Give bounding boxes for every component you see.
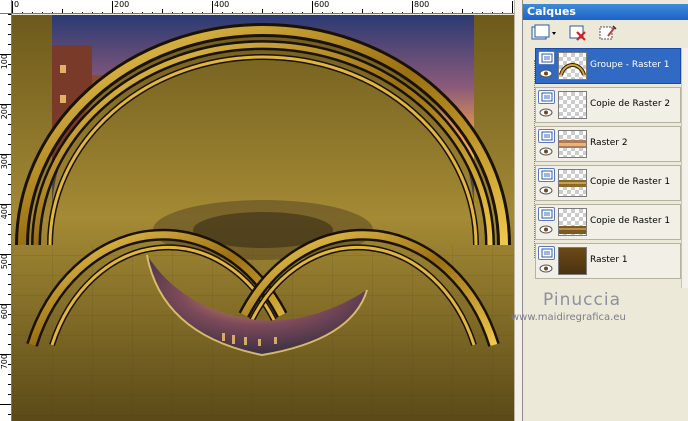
layer-thumbnail: [558, 169, 587, 197]
ruler-corner: [0, 0, 12, 14]
ruler-label: 200: [114, 0, 130, 9]
layer-name: Raster 2: [590, 138, 628, 148]
layer-toggle-icon[interactable]: [538, 129, 555, 143]
eye-visibility-icon[interactable]: [539, 264, 553, 273]
palette-title: Calques: [523, 4, 688, 20]
layer-thumbnail: [558, 52, 587, 80]
layer-row[interactable]: Groupe - Raster 1: [535, 48, 681, 84]
layer-name: Copie de Raster 1: [590, 216, 671, 226]
new-layer-button[interactable]: [529, 23, 559, 43]
ruler-label: 500: [0, 254, 9, 270]
ruler-label: 600: [314, 0, 330, 9]
layer-list: Groupe - Raster 1 Copie de Raster 2 Rast…: [527, 48, 685, 288]
watermark-url: www.maidiregrafica.eu: [511, 312, 626, 323]
ruler-label: 300: [0, 154, 9, 170]
eye-visibility-icon[interactable]: [539, 147, 553, 156]
new-layer-icon: [531, 24, 556, 40]
canvas-vertical-scrollbar[interactable]: [514, 0, 522, 421]
layer-row[interactable]: Copie de Raster 1: [535, 204, 681, 240]
layer-row[interactable]: Copie de Raster 2: [535, 87, 681, 123]
ruler-horizontal: 0 200 400 600 800: [0, 0, 520, 14]
layer-properties-icon: [599, 25, 617, 40]
layer-row[interactable]: Raster 1: [535, 243, 681, 279]
layer-toggle-icon[interactable]: [538, 207, 555, 221]
layer-thumbnail: [558, 91, 587, 119]
eye-visibility-icon[interactable]: [539, 225, 553, 234]
ruler-label: 200: [0, 104, 9, 120]
ruler-label: 400: [214, 0, 230, 9]
ruler-label: 400: [0, 204, 9, 220]
layer-properties-button[interactable]: [597, 23, 619, 43]
palette-toolbar: [523, 20, 688, 46]
layer-thumbnail: [558, 208, 587, 236]
layer-name: Copie de Raster 1: [590, 177, 671, 187]
layer-thumbnail: [558, 130, 587, 158]
layer-row[interactable]: Raster 2: [535, 126, 681, 162]
layers-scrollbar[interactable]: [681, 48, 688, 288]
layer-name: Copie de Raster 2: [590, 99, 671, 109]
eye-visibility-icon[interactable]: [539, 186, 553, 195]
layer-name: Raster 1: [590, 255, 628, 265]
layer-toggle-icon[interactable]: [538, 51, 555, 65]
layer-toggle-icon[interactable]: [538, 90, 555, 104]
layer-name: Groupe - Raster 1: [590, 60, 670, 70]
ruler-label: 100: [0, 54, 9, 70]
ruler-vertical: 100 200 300 400 500 600 700: [0, 14, 12, 421]
delete-layer-button[interactable]: [567, 23, 589, 43]
paint-shop-pro-window: 0 200 400 600 800 100 200 300 400 500 60…: [0, 0, 688, 421]
eye-visibility-icon[interactable]: [539, 69, 553, 78]
ruler-label: 600: [0, 304, 9, 320]
ruler-horizontal-ticks: [12, 1, 513, 13]
ruler-label: 800: [414, 0, 430, 9]
image-canvas[interactable]: [12, 15, 514, 421]
layer-toggle-icon[interactable]: [538, 246, 555, 260]
watermark-name: Pinuccia: [543, 290, 621, 310]
artwork-image: [12, 15, 514, 421]
eye-visibility-icon[interactable]: [539, 108, 553, 117]
ruler-label: 700: [0, 354, 9, 370]
ruler-label: 0: [14, 0, 20, 9]
layers-palette: Calques Groupe - Raster 1 Copie de Raste…: [511, 0, 688, 421]
delete-layer-icon: [569, 25, 586, 41]
layer-row[interactable]: Copie de Raster 1: [535, 165, 681, 201]
layer-thumbnail: [558, 247, 587, 275]
layer-toggle-icon[interactable]: [538, 168, 555, 182]
